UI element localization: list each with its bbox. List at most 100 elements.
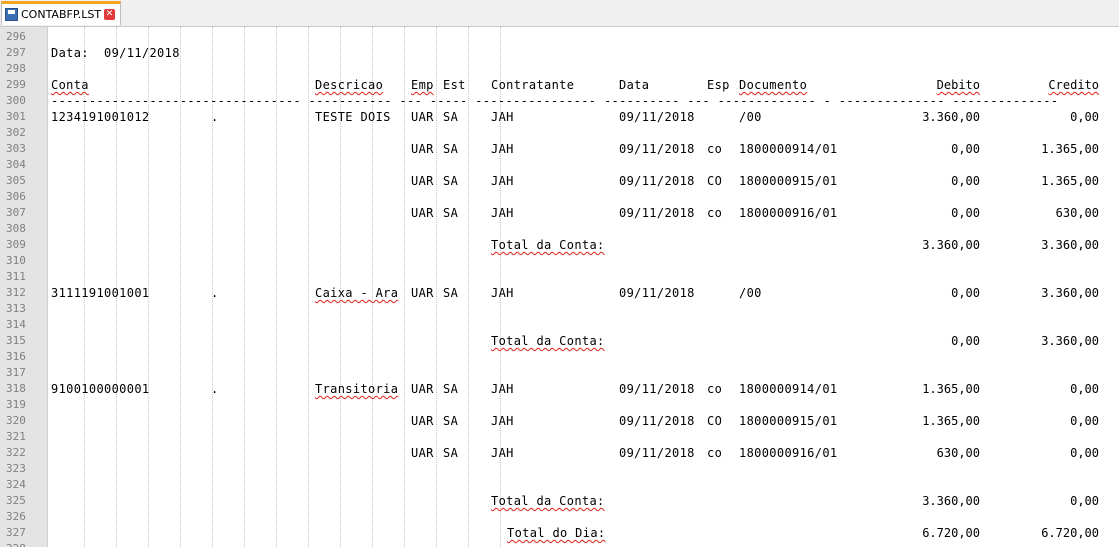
line-number: 305 — [6, 174, 26, 187]
line-number: 318 — [6, 382, 26, 395]
line-text: 6.720,00 — [1041, 526, 1099, 540]
line-text: Esp — [707, 78, 730, 92]
line-text: 1800000914/01 — [739, 142, 838, 156]
editor-line: 327 Total do Dia: 6.720,00 6.720,00 — [0, 525, 1119, 541]
file-tab[interactable]: CONTABFP.LST ✕ — [1, 1, 121, 25]
line-number: 308 — [6, 222, 26, 235]
save-icon — [5, 8, 18, 21]
line-text: 1.365,00 — [922, 382, 980, 396]
line-text: 0,00 — [1070, 110, 1099, 124]
line-text: Total da Conta: — [491, 494, 605, 508]
line-text: SA — [443, 446, 459, 460]
editor-line: 321 — [0, 429, 1119, 445]
line-text: 1800000915/01 — [739, 174, 838, 188]
line-number: 309 — [6, 238, 26, 251]
editor-line: 328 — [0, 541, 1119, 547]
editor-line: 323 — [0, 461, 1119, 477]
line-number: 307 — [6, 206, 26, 219]
line-text: co — [707, 142, 723, 156]
line-text: 09/11/2018 — [619, 206, 695, 220]
line-text: 09/11/2018 — [619, 110, 695, 124]
line-number: 304 — [6, 158, 26, 171]
line-text: 0,00 — [951, 286, 980, 300]
line-text: 09/11/2018 — [619, 286, 695, 300]
line-text: 3.360,00 — [922, 494, 980, 508]
line-text: /00 — [739, 110, 762, 124]
line-text: 3.360,00 — [922, 110, 980, 124]
editor-line: 319 — [0, 397, 1119, 413]
line-number: 312 — [6, 286, 26, 299]
line-number: 321 — [6, 430, 26, 443]
line-text: Caixa - Ara — [315, 286, 399, 300]
line-number: 328 — [6, 541, 26, 547]
line-text: JAH — [491, 446, 514, 460]
line-text: 0,00 — [951, 174, 980, 188]
line-text: UAR — [411, 142, 434, 156]
line-text: 0,00 — [1070, 414, 1099, 428]
editor-line: 296 — [0, 29, 1119, 45]
line-number: 314 — [6, 318, 26, 331]
line-text: UAR — [411, 446, 434, 460]
line-text: 1.365,00 — [1041, 142, 1099, 156]
line-number: 313 — [6, 302, 26, 315]
line-text: 1800000914/01 — [739, 382, 838, 396]
editor-line: 326 — [0, 509, 1119, 525]
line-text: JAH — [491, 286, 514, 300]
line-text: UAR — [411, 382, 434, 396]
close-icon[interactable]: ✕ — [104, 9, 116, 20]
line-text: 09/11/2018 — [619, 142, 695, 156]
line-text: Descricao — [315, 78, 384, 92]
line-text: co — [707, 206, 723, 220]
line-number: 302 — [6, 126, 26, 139]
editor-line: 310 — [0, 253, 1119, 269]
line-number: 301 — [6, 110, 26, 123]
line-text: Conta — [51, 78, 89, 92]
line-text: Transitoria — [315, 382, 399, 396]
editor-line: 297 Data: 09/11/2018 — [0, 45, 1119, 61]
line-text: JAH — [491, 206, 514, 220]
line-text: 0,00 — [951, 206, 980, 220]
line-text: SA — [443, 110, 459, 124]
editor-line: 307 UAR SA JAH 09/11/2018 co 1800000916/01 0,00… — [0, 205, 1119, 221]
line-text: TESTE DOIS — [315, 110, 391, 124]
editor-line: 298 — [0, 61, 1119, 77]
editor-line: 300 --------------------------------- ---… — [0, 93, 1119, 109]
line-text: 3111191001001 — [51, 286, 150, 300]
line-text: . — [211, 110, 219, 124]
editor-line: 305 UAR SA JAH 09/11/2018 CO 1800000915/01 0,00… — [0, 173, 1119, 189]
line-text: Emp — [411, 78, 434, 92]
editor-line: 325 Total da Conta: 3.360,00 0,00 — [0, 493, 1119, 509]
line-text: JAH — [491, 174, 514, 188]
line-number: 310 — [6, 254, 26, 267]
line-number: 320 — [6, 414, 26, 427]
line-number: 325 — [6, 494, 26, 507]
editor-line: 304 — [0, 157, 1119, 173]
line-text: SA — [443, 414, 459, 428]
line-text: Data: 09/11/2018 — [51, 46, 180, 60]
line-text: SA — [443, 206, 459, 220]
line-text: 9100100000001 — [51, 382, 150, 396]
editor-line: 302 — [0, 125, 1119, 141]
line-text: 1.365,00 — [922, 414, 980, 428]
line-text: 0,00 — [1070, 446, 1099, 460]
line-text: JAH — [491, 110, 514, 124]
line-number: 299 — [6, 78, 26, 91]
editor-line: 315 Total da Conta: 0,00 3.360,00 — [0, 333, 1119, 349]
line-text: 09/11/2018 — [619, 174, 695, 188]
line-text: UAR — [411, 414, 434, 428]
editor-line: 308 — [0, 221, 1119, 237]
line-number: 327 — [6, 526, 26, 539]
editor-line: 316 — [0, 349, 1119, 365]
line-number: 322 — [6, 446, 26, 459]
line-text: Contratante — [491, 78, 575, 92]
line-text: --------------------------------- ------… — [51, 94, 1059, 108]
text-editor[interactable]: 296 297 Data: 09/11/2018 298 299 Conta Descric… — [0, 27, 1119, 547]
line-number: 316 — [6, 350, 26, 363]
line-number: 324 — [6, 478, 26, 491]
line-text: 0,00 — [1070, 494, 1099, 508]
file-tab-label: CONTABFP.LST — [21, 8, 102, 21]
line-text: Est — [443, 78, 466, 92]
line-text: UAR — [411, 110, 434, 124]
line-text: UAR — [411, 174, 434, 188]
line-number: 315 — [6, 334, 26, 347]
